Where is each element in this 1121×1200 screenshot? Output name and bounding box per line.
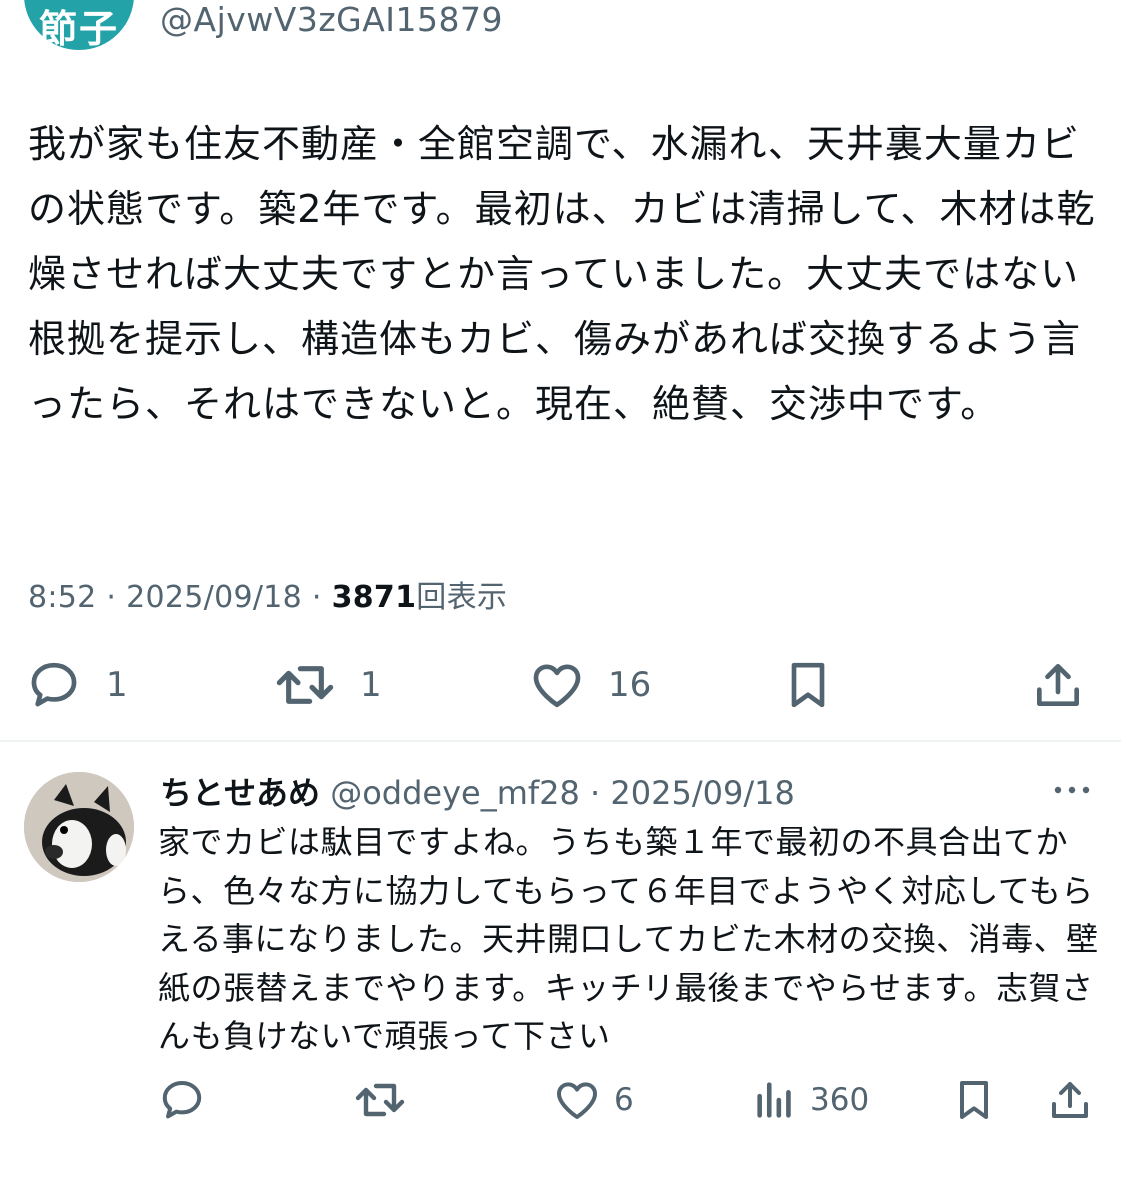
view-count: 3871	[331, 580, 417, 615]
reply-views-count: 360	[810, 1082, 870, 1118]
tweet-time[interactable]: 8:52	[28, 580, 97, 615]
reply-bookmark-button[interactable]	[950, 1072, 998, 1128]
divider	[0, 740, 1121, 742]
avatar[interactable]: 節子	[24, 0, 134, 50]
reply-retweet-button[interactable]	[352, 1072, 408, 1128]
reply-icon	[24, 657, 84, 713]
avatar-text: 節子	[38, 7, 119, 50]
reply-reply-button[interactable]	[156, 1072, 208, 1128]
share-icon	[1030, 657, 1086, 713]
like-icon	[552, 1076, 602, 1124]
meta-separator: ·	[590, 774, 601, 812]
meta-separator: ·	[106, 580, 117, 615]
reply-like-count: 6	[614, 1082, 634, 1118]
retweet-count: 1	[360, 665, 382, 705]
reply-count: 1	[106, 665, 128, 705]
reply-avatar[interactable]	[24, 772, 134, 882]
reply-views-button[interactable]: 360	[752, 1072, 869, 1128]
reply-author-name[interactable]: ちとせあめ	[160, 774, 320, 812]
views-icon	[752, 1076, 798, 1124]
reply-icon	[156, 1076, 208, 1124]
more-icon[interactable]	[1052, 780, 1092, 800]
share-button[interactable]	[1030, 655, 1086, 715]
reply-date[interactable]: 2025/09/18	[610, 774, 794, 812]
reply-author-handle[interactable]: @oddeye_mf28	[330, 774, 580, 812]
share-icon	[1046, 1076, 1094, 1124]
bookmark-icon	[780, 657, 836, 713]
bookmark-button[interactable]	[780, 655, 836, 715]
tweet-text: 我が家も住友不動産・全館空調で、水漏れ、天井裏大量カビの状態です。築2年です。最…	[28, 122, 1096, 426]
reply-like-button[interactable]: 6	[552, 1072, 634, 1128]
retweet-icon	[272, 657, 338, 713]
like-count: 16	[608, 665, 652, 705]
reply-text: 家でカビは駄目ですよね。うちも築１年で最初の不具合出てから、色々な方に協力しても…	[158, 823, 1099, 1055]
retweet-button[interactable]: 1	[272, 655, 382, 715]
tweet-date[interactable]: 2025/09/18	[126, 580, 302, 615]
tweet-meta: 8:52 · 2025/09/18 · 3871回表示	[28, 572, 507, 616]
view-count-label: 回表示	[416, 580, 508, 615]
retweet-icon	[352, 1076, 408, 1124]
reply-button[interactable]: 1	[24, 655, 128, 715]
author-handle[interactable]: @AjvwV3zGAI15879	[160, 0, 503, 39]
bookmark-icon	[950, 1076, 998, 1124]
like-icon	[528, 657, 586, 713]
meta-separator: ·	[311, 580, 322, 615]
like-button[interactable]: 16	[528, 655, 651, 715]
reply-header: ちとせあめ @oddeye_mf28 · 2025/09/18	[160, 768, 795, 814]
reply-share-button[interactable]	[1046, 1072, 1094, 1128]
